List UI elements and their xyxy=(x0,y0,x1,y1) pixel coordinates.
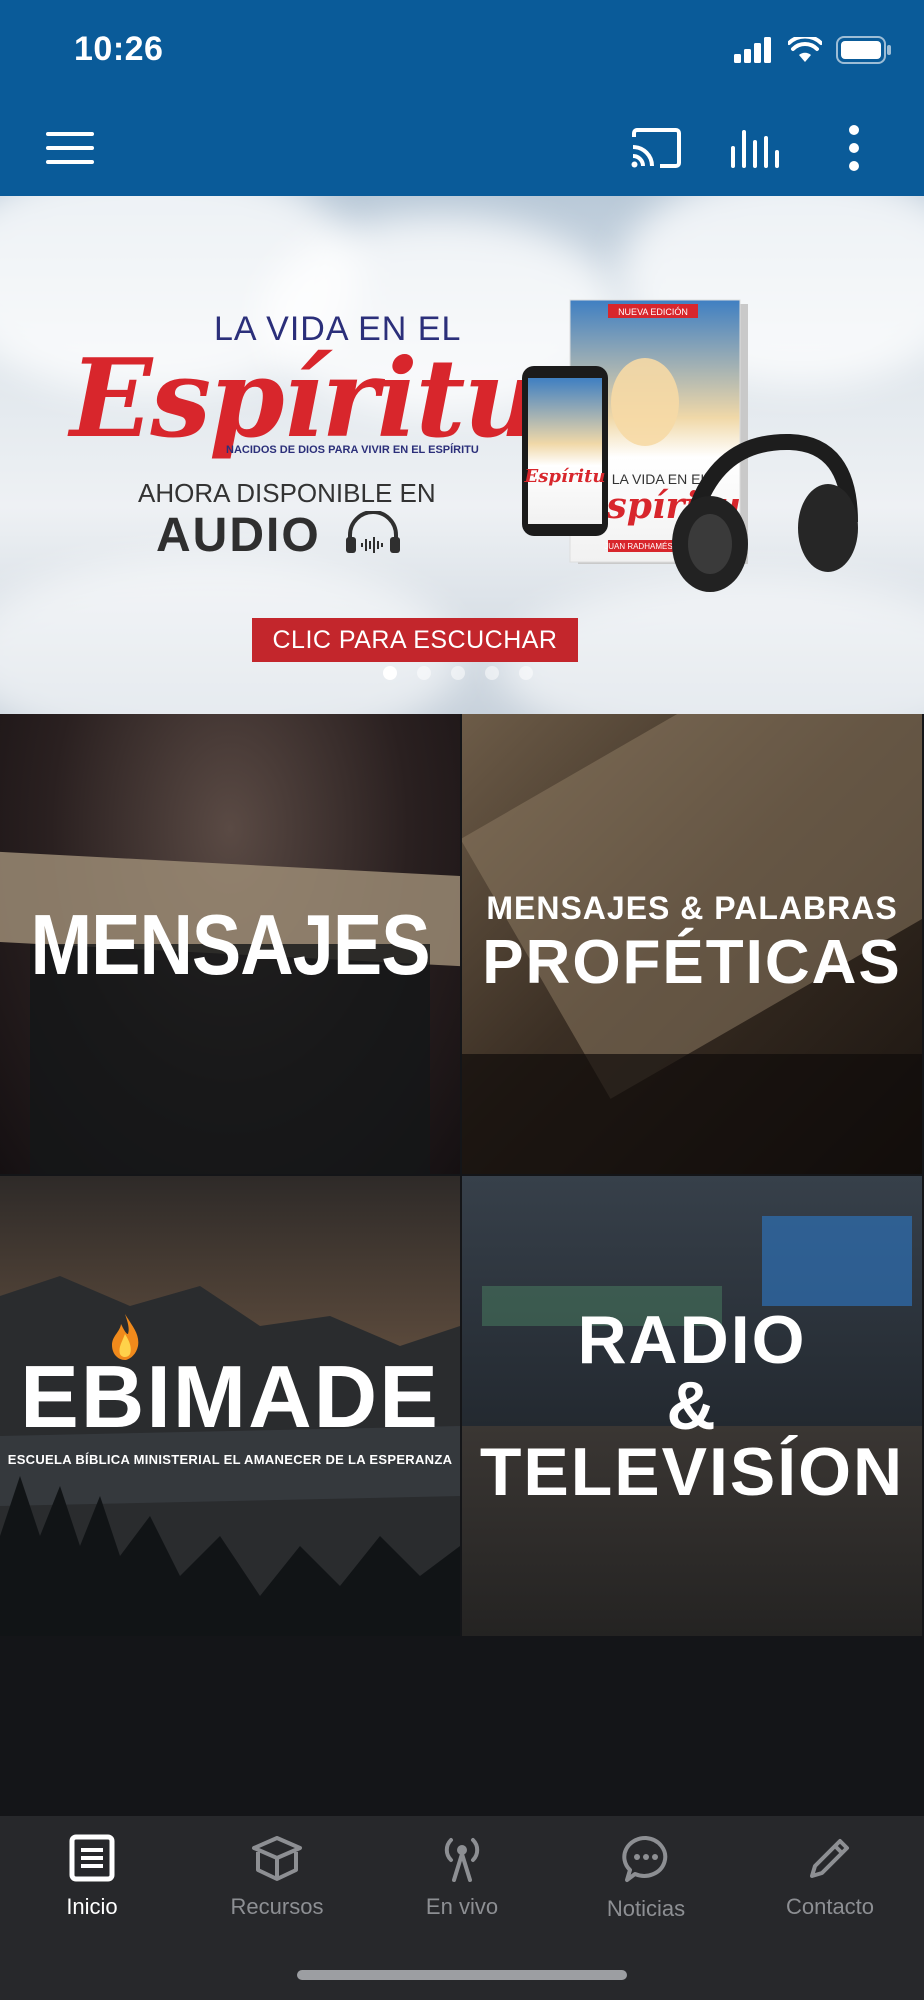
cast-button[interactable] xyxy=(626,118,686,178)
hamburger-icon xyxy=(46,132,94,164)
nav-contacto[interactable]: Contacto xyxy=(750,1834,910,1944)
nav-contacto-label: Contacto xyxy=(785,1894,875,1919)
tile-profeticas-title-bottom: PROFÉTICAS xyxy=(482,928,902,997)
phone-script: Espíritu xyxy=(524,466,606,487)
tile-profeticas-title-group: MENSAJES & PALABRAS PROFÉTICAS xyxy=(482,890,902,998)
menu-button[interactable] xyxy=(40,118,100,178)
nav-en-vivo[interactable]: En vivo xyxy=(382,1834,542,1944)
banner-availability: AHORA DISPONIBLE EN xyxy=(138,478,436,508)
tile-ebimade[interactable]: EBIMADE ESCUELA BÍBLICA MINISTERIAL EL A… xyxy=(0,1176,460,1636)
battery-icon xyxy=(836,36,891,64)
tile-radio-television[interactable]: RADIO & TELEVISÍON xyxy=(462,1176,922,1636)
carousel-indicators xyxy=(383,666,533,680)
nav-recursos[interactable]: Recursos xyxy=(197,1834,357,1944)
product-image: NUEVA EDICIÓN LA VIDA EN EL Espíritu JUA… xyxy=(522,299,858,592)
tile-ebimade-title: EBIMADE xyxy=(20,1346,440,1446)
tile-mensajes-profeticas[interactable]: MENSAJES & PALABRAS PROFÉTICAS xyxy=(462,714,922,1174)
tile-radio-line2: & xyxy=(666,1368,718,1444)
home-indicator[interactable] xyxy=(297,1970,627,1980)
ebimade-logo: EBIMADE ESCUELA BÍBLICA MINISTERIAL EL A… xyxy=(7,1313,453,1467)
nav-inicio[interactable]: Inicio xyxy=(12,1834,172,1944)
nav-noticias-label: Noticias xyxy=(606,1896,686,1921)
flame-icon xyxy=(111,1313,139,1360)
wifi-icon xyxy=(788,37,822,62)
headphones-icon xyxy=(346,510,401,553)
equalizer-icon xyxy=(731,130,779,168)
more-vert-icon xyxy=(849,125,859,171)
chat-icon xyxy=(622,1835,668,1882)
nav-recursos-label: Recursos xyxy=(230,1894,324,1919)
banner-audio-label: AUDIO xyxy=(156,508,402,563)
banner-audio-text: AUDIO xyxy=(156,509,321,562)
box-icon xyxy=(252,1836,302,1881)
book-badge: NUEVA EDICIÓN xyxy=(618,307,688,317)
app-header: 10:26 xyxy=(0,0,924,196)
nav-noticias[interactable]: Noticias xyxy=(566,1834,726,1944)
tile-mensajes-title: MENSAJES xyxy=(30,896,430,992)
status-time: 10:26 xyxy=(74,30,164,68)
listen-cta-button[interactable]: CLIC PARA ESCUCHAR xyxy=(252,618,578,662)
carousel-dot[interactable] xyxy=(451,666,465,680)
promo-banner[interactable]: LA VIDA EN EL Espíritu NACIDOS DE DIOS P… xyxy=(0,196,924,714)
pencil-icon xyxy=(810,1839,849,1878)
carousel-dot[interactable] xyxy=(485,666,499,680)
broadcast-icon xyxy=(444,1838,480,1882)
carousel-dot[interactable] xyxy=(417,666,431,680)
more-options-button[interactable] xyxy=(824,118,884,178)
tile-profeticas-title-top: MENSAJES & PALABRAS xyxy=(486,890,898,926)
tile-radio-line3: TELEVISÍON xyxy=(479,1434,905,1510)
status-icons xyxy=(734,36,892,64)
carousel-dot[interactable] xyxy=(519,666,533,680)
tile-ebimade-subtitle: ESCUELA BÍBLICA MINISTERIAL EL AMANECER … xyxy=(7,1451,453,1467)
cast-icon xyxy=(631,128,681,168)
carousel-dot[interactable] xyxy=(383,666,397,680)
banner-subtitle: NACIDOS DE DIOS PARA VIVIR EN EL ESPÍRIT… xyxy=(226,444,479,456)
tile-radio-line1: RADIO xyxy=(577,1302,807,1378)
signal-icon xyxy=(734,37,771,63)
nav-inicio-label: Inicio xyxy=(66,1894,118,1919)
home-icon xyxy=(69,1834,115,1882)
nav-en-vivo-label: En vivo xyxy=(425,1894,499,1919)
tile-mensajes[interactable]: MENSAJES xyxy=(0,714,460,1174)
tile-radio-title-group: RADIO & TELEVISÍON xyxy=(479,1302,905,1510)
equalizer-button[interactable] xyxy=(725,118,785,178)
